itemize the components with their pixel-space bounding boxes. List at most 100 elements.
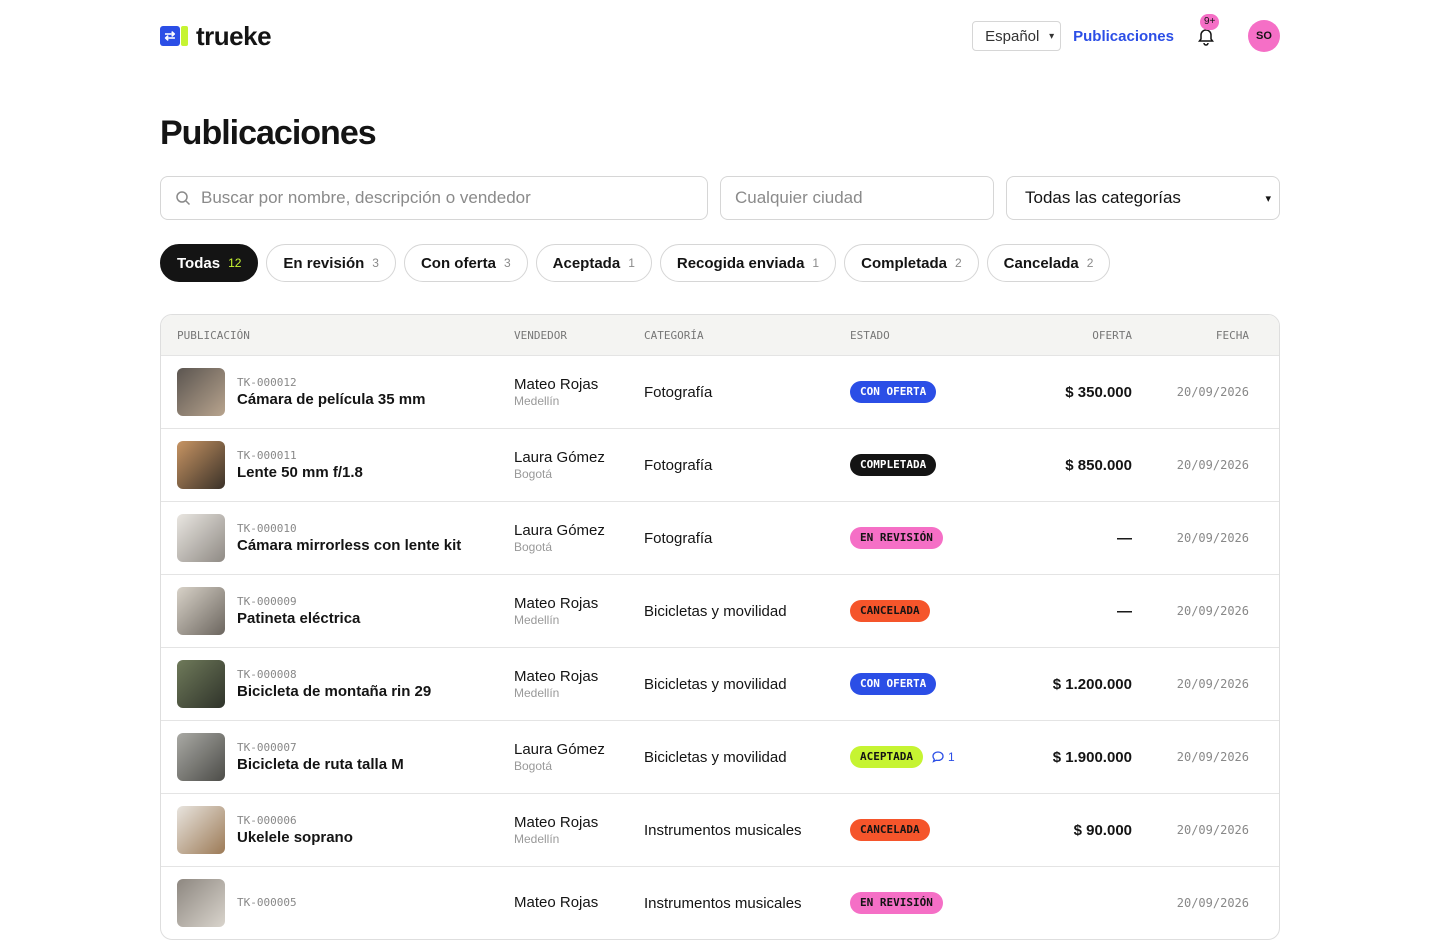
publication-title[interactable]: Ukelele soprano xyxy=(237,829,353,846)
logo-text: trueke xyxy=(196,20,272,51)
status-tab[interactable]: Cancelada 2 xyxy=(986,244,1111,282)
publication-date: 20/09/2026 xyxy=(1176,750,1249,764)
publication-cell: TK-000010 Cámara mirrorless con lente kit xyxy=(161,514,514,562)
publication-cell: TK-000006 Ukelele soprano xyxy=(161,806,514,854)
table-row[interactable]: TK-000010 Cámara mirrorless con lente kit… xyxy=(161,501,1279,574)
product-thumbnail xyxy=(177,660,225,708)
seller-cell: Mateo Rojas Medellín xyxy=(514,376,644,408)
offer-amount: $ 1.200.000 xyxy=(1052,675,1132,693)
search-icon xyxy=(176,191,191,206)
publication-code: TK-000011 xyxy=(237,449,297,462)
publication-cell: TK-000007 Bicicleta de ruta talla M xyxy=(161,733,514,781)
publication-date: 20/09/2026 xyxy=(1176,896,1249,910)
status-tab-count: 2 xyxy=(954,256,962,270)
publication-code: TK-000010 xyxy=(237,522,297,535)
publication-code: TK-000006 xyxy=(237,814,297,827)
status-badge: EN REVISIÓN xyxy=(850,892,943,914)
offer-amount: $ 850.000 xyxy=(1065,456,1132,474)
table-header: PUBLICACIÓN VENDEDOR CATEGORÍA ESTADO OF… xyxy=(161,315,1279,355)
status-tab-label: Con oferta xyxy=(420,254,496,272)
seller-name: Mateo Rojas xyxy=(514,376,599,393)
status-tab[interactable]: En revisión 3 xyxy=(266,244,396,282)
table-row[interactable]: TK-000012 Cámara de película 35 mm Mateo R… xyxy=(161,355,1279,428)
table-row[interactable]: TK-000011 Lente 50 mm f/1.8 Laura Gómez Bog… xyxy=(161,428,1279,501)
logo[interactable]: ⇄ trueke xyxy=(160,20,272,52)
product-thumbnail xyxy=(177,879,225,927)
status-tab-label: En revisión xyxy=(283,254,365,272)
notifications-button[interactable]: 9+ xyxy=(1196,14,1220,46)
column-header[interactable]: OFERTA xyxy=(1010,329,1132,342)
status-cell: EN REVISIÓN xyxy=(850,892,1010,914)
status-tab-label: Aceptada xyxy=(552,254,621,272)
product-thumbnail xyxy=(177,806,225,854)
publication-info: TK-000007 Bicicleta de ruta talla M xyxy=(237,741,404,773)
seller-city: Medellín xyxy=(514,686,560,700)
publication-date: 20/09/2026 xyxy=(1176,458,1249,472)
seller-cell: Mateo Rojas Medellín xyxy=(514,814,644,846)
messages-indicator[interactable]: 1 xyxy=(931,750,955,764)
publication-title[interactable]: Cámara de película 35 mm xyxy=(237,391,425,408)
column-header[interactable]: ESTADO xyxy=(850,329,1010,342)
status-tab-count: 1 xyxy=(812,256,820,270)
seller-name: Mateo Rojas xyxy=(514,668,599,685)
publication-info: TK-000008 Bicicleta de montaña rin 29 xyxy=(237,668,431,700)
status-tab[interactable]: Con oferta 3 xyxy=(403,244,528,282)
publication-title[interactable]: Patineta eléctrica xyxy=(237,610,360,627)
table-row[interactable]: TK-000009 Patineta eléctrica Mateo Rojas Me… xyxy=(161,574,1279,647)
avatar[interactable]: SO xyxy=(1248,20,1280,52)
publication-cell: TK-000011 Lente 50 mm f/1.8 xyxy=(161,441,514,489)
seller-cell: Laura Gómez Bogotá xyxy=(514,522,644,554)
publication-code: TK-000005 xyxy=(237,895,297,909)
status-tab-label: Todas xyxy=(177,254,221,272)
column-header[interactable]: PUBLICACIÓN xyxy=(161,329,514,342)
publication-date: 20/09/2026 xyxy=(1176,385,1249,399)
status-tab-count: 3 xyxy=(372,256,379,270)
publication-title[interactable]: Bicicleta de ruta talla M xyxy=(237,756,404,773)
publication-code: TK-000007 xyxy=(237,741,297,754)
language-select[interactable]: Español ▾ xyxy=(972,21,1062,51)
table-row[interactable]: TK-000008 Bicicleta de montaña rin 29 Mate… xyxy=(161,647,1279,720)
table-row[interactable]: TK-000007 Bicicleta de ruta talla M Laura … xyxy=(161,720,1279,793)
top-bar: ⇄ trueke Español ▾ Publicaciones 9+ SO xyxy=(160,14,1280,52)
search-placeholder: Buscar por nombre, descripción o vendedo… xyxy=(201,188,531,207)
chevron-down-icon: ▾ xyxy=(1265,192,1271,205)
search-input[interactable]: Buscar por nombre, descripción o vendedo… xyxy=(160,176,708,220)
status-tab-count: 2 xyxy=(1086,256,1094,270)
publication-cell: TK-000008 Bicicleta de montaña rin 29 xyxy=(161,660,514,708)
seller-name: Mateo Rojas xyxy=(514,595,599,612)
nav-link-publicaciones[interactable]: Publicaciones xyxy=(1073,28,1174,45)
publication-date: 20/09/2026 xyxy=(1176,823,1249,837)
chat-bubble-icon xyxy=(932,751,944,763)
status-tab-label: Completada xyxy=(861,254,947,272)
column-header[interactable]: CATEGORÍA xyxy=(644,329,850,342)
status-tab[interactable]: Recogida enviada 1 xyxy=(659,244,837,282)
table-row[interactable]: TK-000005 Mateo Rojas Instrumentos musical… xyxy=(161,866,1279,939)
offer-amount: $ 1.900.000 xyxy=(1052,748,1132,766)
column-header[interactable]: VENDEDOR xyxy=(514,329,644,342)
table-body: TK-000012 Cámara de película 35 mm Mateo R… xyxy=(161,355,1279,939)
column-header[interactable]: FECHA xyxy=(1132,329,1265,342)
status-tab[interactable]: Completada 2 xyxy=(844,244,979,282)
status-cell: CANCELADA xyxy=(850,819,1010,841)
category-cell: Instrumentos musicales xyxy=(644,894,802,912)
publication-date: 20/09/2026 xyxy=(1176,604,1249,618)
publication-cell: TK-000009 Patineta eléctrica xyxy=(161,587,514,635)
city-input[interactable]: Cualquier ciudad xyxy=(720,176,994,220)
logo-mark: ⇄ xyxy=(160,26,188,46)
status-cell: EN REVISIÓN xyxy=(850,527,1010,549)
status-tab[interactable]: Aceptada 1 xyxy=(535,244,652,282)
publication-title[interactable]: Cámara mirrorless con lente kit xyxy=(237,537,461,554)
status-tab[interactable]: Todas 12 xyxy=(160,244,259,282)
category-select[interactable]: Todas las categorías ▾ xyxy=(1006,176,1280,220)
seller-city: Bogotá xyxy=(514,540,553,554)
seller-name: Laura Gómez xyxy=(514,522,605,539)
publication-title[interactable]: Bicicleta de montaña rin 29 xyxy=(237,683,431,700)
table-row[interactable]: TK-000006 Ukelele soprano Mateo Rojas Medel… xyxy=(161,793,1279,866)
status-cell: CON OFERTA xyxy=(850,381,1010,403)
publication-info: TK-000010 Cámara mirrorless con lente kit xyxy=(237,522,461,554)
seller-cell: Laura Gómez Bogotá xyxy=(514,741,644,773)
seller-city: Medellín xyxy=(514,832,560,846)
status-cell: ACEPTADA 1 xyxy=(850,746,1010,768)
status-badge: CON OFERTA xyxy=(850,381,937,403)
publication-title[interactable]: Lente 50 mm f/1.8 xyxy=(237,464,363,481)
